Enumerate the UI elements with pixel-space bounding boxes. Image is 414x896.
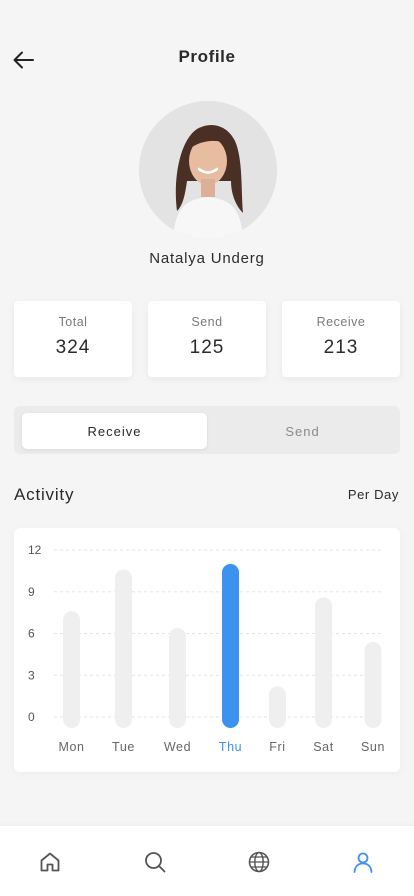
bottom-nav: [0, 826, 414, 896]
activity-chart-card: 0 3 6 9 12 Mon Tue Wed Thu Fri Sat Sun: [14, 528, 400, 772]
bar-tue: [115, 569, 132, 728]
x-tick-label: Mon: [58, 740, 84, 754]
activity-chart: 0 3 6 9 12 Mon Tue Wed Thu Fri Sat Sun: [28, 543, 385, 754]
period-selector[interactable]: Per Day: [348, 487, 399, 502]
x-tick-label: Tue: [112, 740, 135, 754]
y-tick-label: 9: [28, 585, 35, 599]
user-name: Natalya Underg: [149, 250, 265, 267]
search-icon: [145, 852, 166, 873]
x-tick-label: Thu: [219, 740, 242, 754]
tab-receive[interactable]: Receive: [22, 413, 207, 449]
user-icon: [353, 852, 373, 873]
stat-card-send: Send 125: [148, 301, 266, 377]
bar-mon: [63, 611, 80, 728]
bar-thu: [222, 563, 239, 728]
x-tick-label: Wed: [164, 740, 191, 754]
bar-sun: [364, 641, 382, 728]
y-tick-label: 0: [28, 710, 35, 724]
stat-value: 213: [323, 337, 359, 358]
tab-send[interactable]: Send: [210, 413, 395, 449]
page-title: Profile: [178, 47, 236, 66]
stat-card-receive: Receive 213: [282, 301, 400, 377]
nav-home[interactable]: [34, 846, 66, 878]
activity-title: Activity: [14, 485, 75, 504]
x-tick-label: Sun: [361, 740, 385, 754]
y-tick-label: 3: [28, 668, 35, 682]
avatar-portrait: [139, 101, 277, 239]
stat-value: 125: [189, 337, 225, 358]
nav-profile[interactable]: [347, 846, 379, 878]
home-icon: [40, 852, 60, 872]
stat-value: 324: [55, 337, 91, 358]
y-tick-label: 12: [28, 543, 42, 557]
avatar: [139, 101, 277, 239]
header: Profile: [0, 0, 414, 110]
bar-wed: [169, 627, 186, 728]
x-tick-label: Sat: [313, 740, 334, 754]
receive-send-toggle: Receive Send: [14, 406, 400, 454]
stat-card-total: Total 324: [14, 301, 132, 377]
nav-search[interactable]: [139, 846, 171, 878]
x-tick-label: Fri: [269, 740, 285, 754]
y-tick-label: 6: [28, 627, 35, 641]
stat-label: Receive: [316, 315, 366, 329]
nav-explore[interactable]: [243, 846, 275, 878]
bar-fri: [269, 686, 286, 728]
stat-label: Total: [58, 315, 88, 329]
bar-sat: [315, 597, 332, 728]
stat-label: Send: [191, 315, 223, 329]
globe-icon: [248, 851, 270, 873]
